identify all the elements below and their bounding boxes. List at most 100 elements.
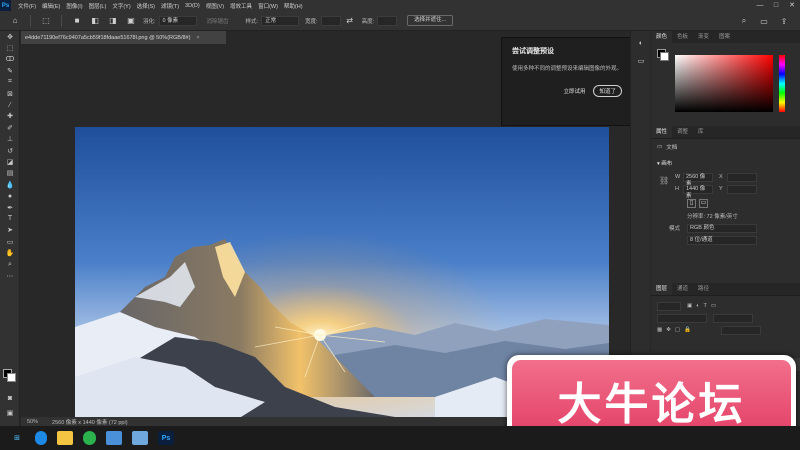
canvas-y-input[interactable]	[727, 184, 757, 194]
path-selection-icon[interactable]: ➤	[0, 225, 20, 236]
try-now-link[interactable]: 立即试用	[563, 87, 585, 95]
style-select[interactable]: 正常	[261, 15, 300, 26]
tab-properties[interactable]: 属性	[651, 126, 673, 138]
color-picker-field[interactable]	[675, 55, 773, 112]
menu-edit[interactable]: 编辑(E)	[39, 2, 63, 10]
quick-selection-icon[interactable]: ✎	[0, 65, 20, 76]
taskbar-app-icon[interactable]	[132, 431, 148, 445]
photoshop-logo[interactable]: Ps	[0, 0, 11, 11]
intersect-selection-icon[interactable]: ▣	[125, 15, 137, 27]
quick-mask-icon[interactable]: ◙	[0, 393, 20, 404]
more-tools-icon[interactable]: ⋯	[0, 270, 20, 281]
lock-artboard-icon[interactable]: ▢	[675, 327, 680, 333]
maximize-button[interactable]: □	[768, 0, 784, 11]
gradient-tool-icon[interactable]: ▤	[0, 168, 20, 179]
canvas-width-input[interactable]: 2560 像素	[683, 172, 713, 187]
zoom-level[interactable]: 50%	[27, 419, 38, 425]
tab-patterns[interactable]: 图案	[714, 31, 735, 43]
taskbar-store-icon[interactable]	[106, 431, 122, 445]
crop-tool-icon[interactable]: ⌗	[0, 77, 20, 88]
zoom-tool-icon[interactable]: ⌕	[0, 259, 20, 270]
color-mode-select[interactable]: RGB 颜色	[687, 223, 757, 233]
got-it-button[interactable]: 知道了	[593, 85, 622, 97]
taskbar-folder-icon[interactable]	[57, 431, 73, 445]
marquee-tool-preset-icon[interactable]: ⬚	[40, 15, 52, 27]
move-tool-icon[interactable]: ✥	[0, 31, 20, 42]
tab-gradients[interactable]: 渐变	[693, 31, 714, 43]
tab-swatches[interactable]: 色板	[672, 31, 693, 43]
menu-view[interactable]: 视图(V)	[203, 2, 227, 10]
select-and-mask-button[interactable]: 选择并遮住...	[407, 15, 454, 26]
bit-depth-select[interactable]: 8 位/通道	[687, 235, 757, 245]
share-icon[interactable]: ⇪	[778, 15, 790, 27]
minimize-button[interactable]: —	[752, 0, 768, 11]
menu-filter[interactable]: 滤镜(T)	[158, 2, 182, 10]
frame-tool-icon[interactable]: ⊠	[0, 88, 20, 99]
height-input[interactable]	[377, 15, 398, 26]
pen-tool-icon[interactable]: ✒	[0, 202, 20, 213]
tab-paths[interactable]: 路径	[693, 283, 714, 295]
menu-select[interactable]: 选择(S)	[134, 2, 158, 10]
taskbar-photoshop-icon[interactable]: Ps	[158, 431, 174, 445]
taskbar-wechat-icon[interactable]	[83, 431, 96, 445]
layer-kind-filter[interactable]	[657, 301, 681, 311]
menu-layer[interactable]: 图层(L)	[86, 2, 110, 10]
tab-layers[interactable]: 图层	[651, 283, 673, 295]
fill-input[interactable]	[720, 325, 761, 335]
landscape-orientation-icon[interactable]: ▭	[699, 199, 708, 208]
menu-image[interactable]: 图像(I)	[63, 2, 85, 10]
hand-tool-icon[interactable]: ✋	[0, 247, 20, 258]
canvas-height-input[interactable]: 1440 像素	[683, 184, 713, 199]
menu-plugins[interactable]: 增效工具	[227, 2, 255, 10]
history-brush-icon[interactable]: ↺	[0, 145, 20, 156]
home-icon[interactable]: ⌂	[9, 15, 21, 27]
healing-brush-icon[interactable]: ✚	[0, 111, 20, 122]
lock-position-icon[interactable]: ✥	[666, 327, 671, 333]
close-document-icon[interactable]: ×	[196, 35, 199, 41]
eraser-tool-icon[interactable]: ◪	[0, 156, 20, 167]
portrait-orientation-icon[interactable]: ▯	[687, 199, 696, 208]
blend-mode-select[interactable]	[657, 313, 707, 323]
menu-type[interactable]: 文字(Y)	[109, 2, 133, 10]
width-input[interactable]	[320, 15, 341, 26]
filter-type-icon[interactable]: T	[704, 303, 707, 309]
add-selection-icon[interactable]: ◧	[89, 15, 101, 27]
tab-channels[interactable]: 通道	[672, 283, 693, 295]
menu-file[interactable]: 文件(F)	[15, 2, 39, 10]
tab-color[interactable]: 颜色	[651, 31, 673, 43]
menu-3d[interactable]: 3D(D)	[182, 3, 203, 9]
feather-input[interactable]: 0 像素	[158, 15, 197, 26]
type-tool-icon[interactable]: T	[0, 213, 20, 224]
document-tab[interactable]: e4dde71190ef76c9407a5cb59f18fdaae51678l.…	[21, 31, 226, 44]
background-color-chip[interactable]	[660, 52, 669, 61]
brush-tool-icon[interactable]: ✐	[0, 122, 20, 133]
hue-slider[interactable]	[779, 55, 785, 112]
background-color-swatch[interactable]	[7, 373, 16, 382]
workspace-icon[interactable]: ▭	[758, 15, 770, 27]
tab-adjustments[interactable]: 调整	[672, 126, 693, 138]
clone-stamp-icon[interactable]: ⊥	[0, 134, 20, 145]
filter-adjust-icon[interactable]: ◐	[696, 303, 699, 309]
link-dimensions-icon[interactable]: ⛓	[659, 176, 669, 185]
antialias-checkbox[interactable]: 消除锯齿	[207, 17, 229, 25]
windows-start-icon[interactable]: ⊞	[9, 431, 25, 445]
blur-tool-icon[interactable]: 💧	[0, 179, 20, 190]
close-window-button[interactable]: ✕	[784, 0, 800, 11]
filter-image-icon[interactable]: ▣	[687, 303, 692, 309]
dodge-tool-icon[interactable]: ●	[0, 190, 20, 201]
swap-icon[interactable]: ⇄	[344, 15, 356, 27]
lasso-tool-icon[interactable]: ↀ	[0, 54, 20, 65]
canvas-x-input[interactable]	[727, 172, 757, 182]
eyedropper-icon[interactable]: ⁄	[0, 99, 20, 110]
menu-window[interactable]: 窗口(W)	[255, 2, 281, 10]
screen-mode-icon[interactable]: ▣	[0, 407, 20, 418]
opacity-input[interactable]	[713, 313, 753, 323]
taskbar-edge-icon[interactable]	[35, 431, 47, 445]
menu-help[interactable]: 帮助(H)	[281, 2, 306, 10]
comments-panel-icon[interactable]: ▭	[635, 55, 647, 67]
new-selection-icon[interactable]: ■	[71, 15, 83, 27]
lock-pixels-icon[interactable]: ▦	[657, 327, 662, 333]
tab-libraries[interactable]: 库	[693, 126, 709, 138]
lock-all-icon[interactable]: 🔒	[684, 327, 691, 333]
rectangular-marquee-icon[interactable]: ⬚	[0, 42, 20, 53]
